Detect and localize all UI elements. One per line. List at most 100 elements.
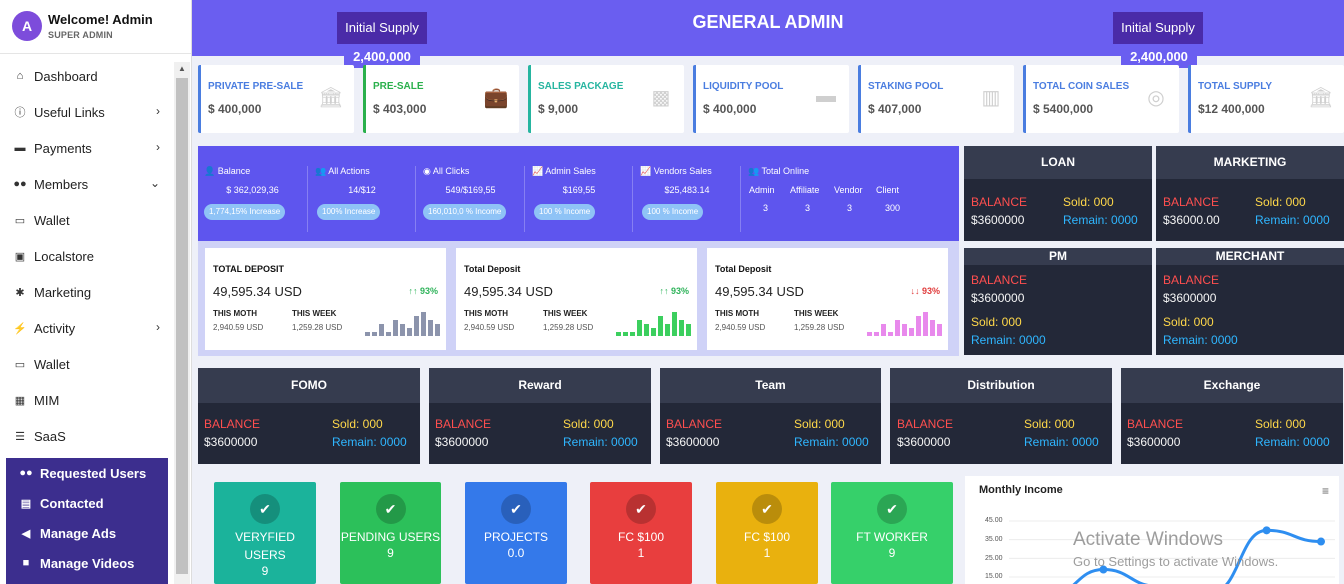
credit-card-icon: ▬ — [816, 85, 836, 107]
online-header: Vendor — [834, 185, 863, 195]
remain-text: Remain: 0000 — [971, 333, 1046, 347]
deposit-change: ↑↑ 93% — [408, 286, 438, 296]
tile-verified-users[interactable]: ✔ VERYFIED USERS 9 — [214, 482, 316, 584]
metric-value: $169,55 — [562, 185, 596, 195]
balance-value: $3600000 — [204, 435, 258, 449]
deposit-week-value: 1,259.28 USD — [543, 323, 594, 332]
deposit-change: ↓↓ 93% — [910, 286, 940, 296]
initial-supply-badge-right: Initial Supply — [1113, 12, 1203, 44]
metric-vendors-sales: 📈 Vendors Sales $25,483.14 100 % Income — [634, 166, 741, 232]
remain-text: Remain: 0000 — [563, 435, 638, 449]
tile-label: PENDING USERS — [340, 530, 441, 544]
metric-title: Admin Sales — [545, 166, 596, 176]
balance-card-title: Distribution — [890, 368, 1112, 403]
sidebar-item-members[interactable]: ●● Members ⌄ — [0, 166, 174, 202]
bar-chart-icon: ▥ — [981, 87, 1001, 109]
sidebar-item-label: Payments — [34, 140, 92, 156]
stat-card-private-pre-sale: PRIVATE PRE-SALE $ 400,000 🏛 — [198, 65, 354, 133]
user-check-icon: ✔ — [626, 494, 656, 524]
chart-title: Monthly Income — [979, 484, 1063, 496]
sidebar-item-manage-ads[interactable]: ◀ Manage Ads — [6, 518, 168, 548]
deposit-sparkline — [365, 312, 440, 336]
scrollbar-thumb[interactable] — [176, 78, 188, 574]
balance-card-title: MERCHANT — [1156, 248, 1344, 265]
users-icon: 👥 — [748, 166, 762, 176]
balance-card-title: Exchange — [1121, 368, 1343, 403]
balance-card-distribution: Distribution BALANCE Sold: 000 $3600000 … — [890, 368, 1112, 464]
balance-card-merchant: MERCHANT BALANCE $3600000 Sold: 000 Rema… — [1156, 248, 1344, 355]
sparkline-bar — [937, 324, 942, 336]
metric-value: 549/$169,55 — [445, 185, 496, 195]
deposit-value: 49,595.34 USD — [715, 284, 804, 299]
metric-title: All Actions — [328, 166, 370, 176]
sparkline-bar — [644, 324, 649, 336]
sidebar-item-payments[interactable]: ▬ Payments › — [0, 130, 174, 166]
sparkline-bar — [902, 324, 907, 336]
sidebar-item-dashboard[interactable]: ⌂ Dashboard — [0, 58, 174, 94]
tile-pending-users[interactable]: ✔ PENDING USERS 9 — [340, 482, 441, 584]
sidebar-item-manage-videos[interactable]: ■ Manage Videos — [6, 548, 168, 578]
box-icon: ▩ — [651, 87, 671, 109]
income-data-point[interactable] — [1262, 526, 1271, 535]
remain-text: Remain: 0000 — [1163, 333, 1238, 347]
balance-label: BALANCE — [971, 195, 1028, 209]
sidebar-scrollbar[interactable]: ▲ — [174, 62, 190, 584]
list-icon: ☰ — [15, 430, 25, 443]
sidebar-item-saas[interactable]: ☰ SaaS — [0, 418, 174, 454]
income-data-point[interactable] — [1317, 537, 1325, 546]
avatar[interactable]: A — [12, 11, 42, 41]
balance-card-fomo: FOMO BALANCE Sold: 000 $3600000 Remain: … — [198, 368, 420, 464]
stat-card-sales-package: SALES PACKAGE $ 9,000 ▩ — [528, 65, 684, 133]
bank-icon: 🏛 — [1308, 87, 1334, 109]
balance-label: BALANCE — [1127, 417, 1184, 431]
deposit-week-label: THIS WEEK — [794, 309, 839, 318]
sidebar-item-activity[interactable]: ⚡ Activity › — [0, 310, 174, 346]
sparkline-bar — [421, 312, 426, 336]
hamburger-menu-icon[interactable]: ≡ — [1322, 484, 1329, 498]
table-icon: ▤ — [20, 497, 32, 510]
sparkline-bar — [874, 332, 879, 336]
deposit-sparkline — [616, 312, 691, 336]
sidebar-item-marketing[interactable]: ✱ Marketing — [0, 274, 174, 310]
wallet-icon: ▭ — [14, 358, 26, 371]
sparkline-bar — [630, 332, 635, 336]
sparkline-bar — [637, 320, 642, 336]
tile-label: PROJECTS — [483, 530, 548, 544]
sparkline-bar — [386, 332, 391, 336]
balance-value: $3600000 — [897, 435, 951, 449]
balance-label: BALANCE — [666, 417, 723, 431]
sparkline-bar — [909, 328, 914, 336]
sparkline-bar — [400, 324, 405, 336]
total-online: 👥 Total Online Admin Affiliate Vendor Cl… — [746, 166, 946, 226]
sidebar-item-wallet[interactable]: ▭ Wallet — [0, 202, 174, 238]
sidebar-item-contacted[interactable]: ▤ Contacted — [6, 488, 168, 518]
tile-value: 1 — [637, 546, 645, 560]
bank-icon: 🏛 — [318, 87, 344, 109]
tile-label: FC $100 — [743, 530, 791, 544]
stat-label: STAKING POOL — [868, 81, 944, 92]
deposit-title: TOTAL DEPOSIT — [213, 264, 285, 274]
video-icon: ■ — [22, 557, 30, 569]
metric-admin-sales: 📈 Admin Sales $169,55 100 % Income — [526, 166, 633, 232]
chevron-right-icon: › — [156, 140, 160, 154]
tile-fc-100-2[interactable]: ✔ FC $100 1 — [716, 482, 818, 584]
credit-card-icon: ▬ — [14, 142, 26, 154]
sidebar-item-useful-links[interactable]: ⓘ Useful Links › — [0, 94, 174, 130]
tile-label: FT WORKER — [856, 530, 928, 544]
sidebar-item-requested-users[interactable]: ●● Requested Users — [6, 458, 168, 488]
tile-projects[interactable]: ✔ PROJECTS 0.0 — [465, 482, 567, 584]
sidebar-item-wallet-2[interactable]: ▭ Wallet — [0, 346, 174, 382]
balance-card-title: LOAN — [964, 146, 1152, 179]
sidebar-item-localstore[interactable]: ▣ Localstore — [0, 238, 174, 274]
balance-value: $3600000 — [1127, 435, 1181, 449]
tile-ft-worker[interactable]: ✔ FT WORKER 9 — [831, 482, 953, 584]
tile-value: 0.0 — [507, 546, 525, 560]
balance-card-team: Team BALANCE Sold: 000 $3600000 Remain: … — [660, 368, 881, 464]
sidebar-item-mim[interactable]: ▦ MIM — [0, 382, 174, 418]
chevron-right-icon: › — [156, 104, 160, 118]
tile-fc-100[interactable]: ✔ FC $100 1 — [590, 482, 692, 584]
sold-text: Sold: 000 — [794, 417, 845, 431]
metric-pill: 1,774,15% Increase — [204, 204, 286, 220]
users-icon: ●● — [13, 178, 27, 190]
scroll-up-arrow-icon[interactable]: ▲ — [174, 64, 190, 76]
